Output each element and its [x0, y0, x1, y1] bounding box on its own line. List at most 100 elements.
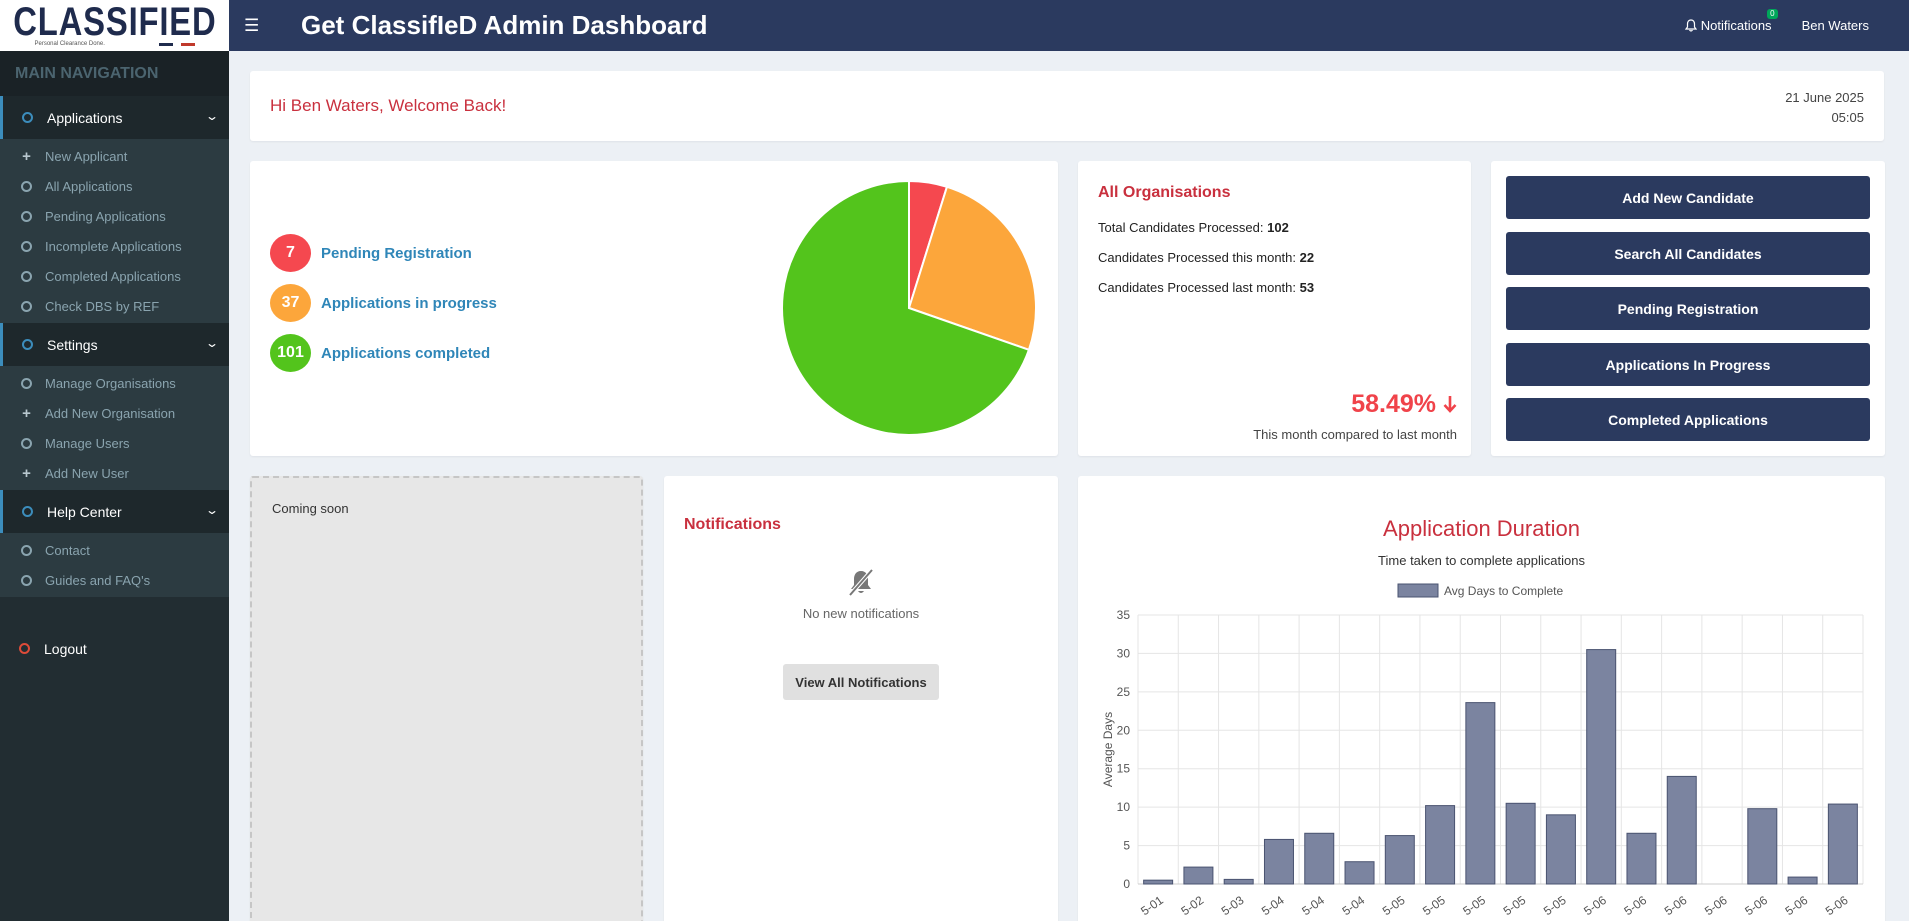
circle-icon — [19, 643, 30, 654]
sidebar-item-label: Contact — [45, 542, 90, 558]
x-tick-label: 5-05 — [1501, 893, 1529, 918]
organisations-title: All Organisations — [1098, 184, 1231, 201]
sidebar-item-manage-organisations[interactable]: Manage Organisations — [0, 368, 229, 398]
y-tick-label: 0 — [1123, 877, 1130, 891]
plus-icon: + — [22, 147, 31, 165]
circle-icon — [21, 437, 32, 449]
circle-icon — [21, 377, 32, 389]
sidebar-item-incomplete-applications[interactable]: Incomplete Applications — [0, 231, 229, 261]
page-title: Get ClassifIeD Admin Dashboard — [301, 10, 708, 40]
total-processed: Total Candidates Processed: 102 — [1098, 220, 1289, 235]
y-tick-label: 20 — [1117, 723, 1131, 737]
menu-toggle-icon[interactable]: ☰ — [244, 16, 264, 36]
applications-pie-chart — [781, 180, 1037, 436]
sidebar-group-help-center[interactable]: Help Center ⌄ — [0, 490, 229, 533]
bar — [1505, 802, 1536, 885]
x-tick-label: 5-02 — [1178, 893, 1206, 918]
sidebar-group-label: Applications — [47, 109, 123, 126]
circle-icon — [21, 270, 32, 282]
logo[interactable]: CLASSIFIED Personal Clearance Done. — [0, 0, 229, 51]
notifications-card: Notifications No new notifications View … — [664, 476, 1058, 921]
sidebar-item-label: Check DBS by REF — [45, 298, 160, 314]
add-new-candidate-button[interactable]: Add New Candidate — [1506, 176, 1870, 219]
sidebar: CLASSIFIED Personal Clearance Done. MAIN… — [0, 0, 229, 921]
logo-wordmark: CLASSIFIED — [12, 0, 217, 44]
stat-label: Applications in progress — [321, 294, 497, 312]
stat-label: Pending Registration — [321, 244, 472, 262]
bar — [1143, 879, 1174, 885]
sidebar-item-completed-applications[interactable]: Completed Applications — [0, 261, 229, 291]
pending-registration-button[interactable]: Pending Registration — [1506, 287, 1870, 330]
bar — [1545, 814, 1576, 885]
application-duration-card: Application Duration Time taken to compl… — [1078, 476, 1885, 921]
circle-icon — [21, 544, 32, 556]
x-tick-label: 5-03 — [1219, 893, 1247, 918]
sidebar-item-new-applicant[interactable]: + New Applicant — [0, 141, 229, 171]
x-tick-label: 5-04 — [1340, 893, 1368, 918]
sidebar-item-label: Guides and FAQ's — [45, 572, 151, 588]
sidebar-item-label: Add New Organisation — [45, 405, 176, 421]
x-tick-label: 5-06 — [1823, 893, 1851, 918]
sidebar-group-settings[interactable]: Settings ⌄ — [0, 323, 229, 366]
stat-pending[interactable]: 7 Pending Registration — [270, 234, 472, 272]
circle-icon — [21, 240, 32, 252]
arrow-down-icon — [1443, 396, 1457, 413]
top-bar: ☰ Get ClassifIeD Admin Dashboard Notific… — [229, 0, 1909, 51]
chevron-down-icon: ⌄ — [204, 503, 220, 517]
sidebar-item-label: All Applications — [45, 178, 133, 194]
stat-label: Applications completed — [321, 344, 491, 362]
change-percentage: 58.49% — [1351, 390, 1457, 419]
user-menu[interactable]: Ben Waters — [1802, 18, 1869, 33]
no-notifications-text: No new notifications — [802, 606, 920, 621]
x-tick-label: 5-06 — [1702, 893, 1730, 918]
stat-in-progress[interactable]: 37 Applications in progress — [270, 284, 497, 322]
x-tick-label: 5-06 — [1621, 893, 1649, 918]
y-tick-label: 30 — [1117, 646, 1131, 660]
logout-button[interactable]: Logout — [0, 627, 229, 670]
legend-swatch — [1397, 583, 1439, 598]
current-date: 21 June 2025 — [1785, 90, 1864, 105]
processed-last-month: Candidates Processed last month: 53 — [1098, 280, 1315, 295]
bar — [1344, 861, 1375, 885]
plus-icon: + — [22, 404, 31, 422]
x-tick-label: 5-06 — [1742, 893, 1770, 918]
sidebar-item-contact[interactable]: Contact — [0, 535, 229, 565]
circle-icon — [21, 574, 32, 586]
y-axis-label: Average Days — [1101, 712, 1115, 787]
sidebar-item-label: Incomplete Applications — [45, 238, 182, 254]
applications-in-progress-button[interactable]: Applications In Progress — [1506, 343, 1870, 386]
current-time: 05:05 — [1831, 110, 1864, 125]
notifications-count-badge: 0 — [1767, 9, 1778, 19]
bar — [1425, 805, 1456, 885]
sidebar-item-all-applications[interactable]: All Applications — [0, 171, 229, 201]
chevron-down-icon: ⌄ — [204, 336, 220, 350]
quick-actions-card: Add New Candidate Search All Candidates … — [1491, 161, 1885, 456]
sidebar-group-applications[interactable]: Applications ⌄ — [0, 96, 229, 139]
sidebar-item-guides-and-faq-s[interactable]: Guides and FAQ's — [0, 565, 229, 595]
search-all-candidates-button[interactable]: Search All Candidates — [1506, 232, 1870, 275]
sidebar-item-add-new-organisation[interactable]: + Add New Organisation — [0, 398, 229, 428]
x-tick-label: 5-05 — [1541, 893, 1569, 918]
sidebar-group-label: Help Center — [47, 503, 122, 520]
view-all-notifications-button[interactable]: View All Notifications — [783, 664, 939, 700]
circle-icon — [21, 180, 32, 192]
sidebar-item-manage-users[interactable]: Manage Users — [0, 428, 229, 458]
notifications-title: Notifications — [684, 516, 781, 533]
stat-completed[interactable]: 101 Applications completed — [270, 334, 490, 372]
organisations-card: All Organisations Total Candidates Proce… — [1078, 161, 1471, 456]
sidebar-item-add-new-user[interactable]: + Add New User — [0, 458, 229, 488]
bar — [1465, 702, 1496, 885]
y-tick-label: 15 — [1117, 762, 1131, 776]
completed-applications-button[interactable]: Completed Applications — [1506, 398, 1870, 441]
sidebar-item-pending-applications[interactable]: Pending Applications — [0, 201, 229, 231]
sidebar-item-check-dbs-by-ref[interactable]: Check DBS by REF — [0, 291, 229, 321]
notifications-label: Notifications — [1700, 18, 1772, 33]
circle-icon — [22, 339, 33, 350]
logout-label: Logout — [44, 640, 87, 657]
sidebar-submenu: + New Applicant All Applications Pending Ap… — [0, 139, 229, 323]
chart-title: Application Duration — [1383, 516, 1580, 541]
y-tick-label: 25 — [1117, 685, 1131, 699]
bar — [1787, 876, 1818, 885]
notifications-link[interactable]: Notifications 0 — [1684, 9, 1778, 33]
circle-icon — [21, 300, 32, 312]
